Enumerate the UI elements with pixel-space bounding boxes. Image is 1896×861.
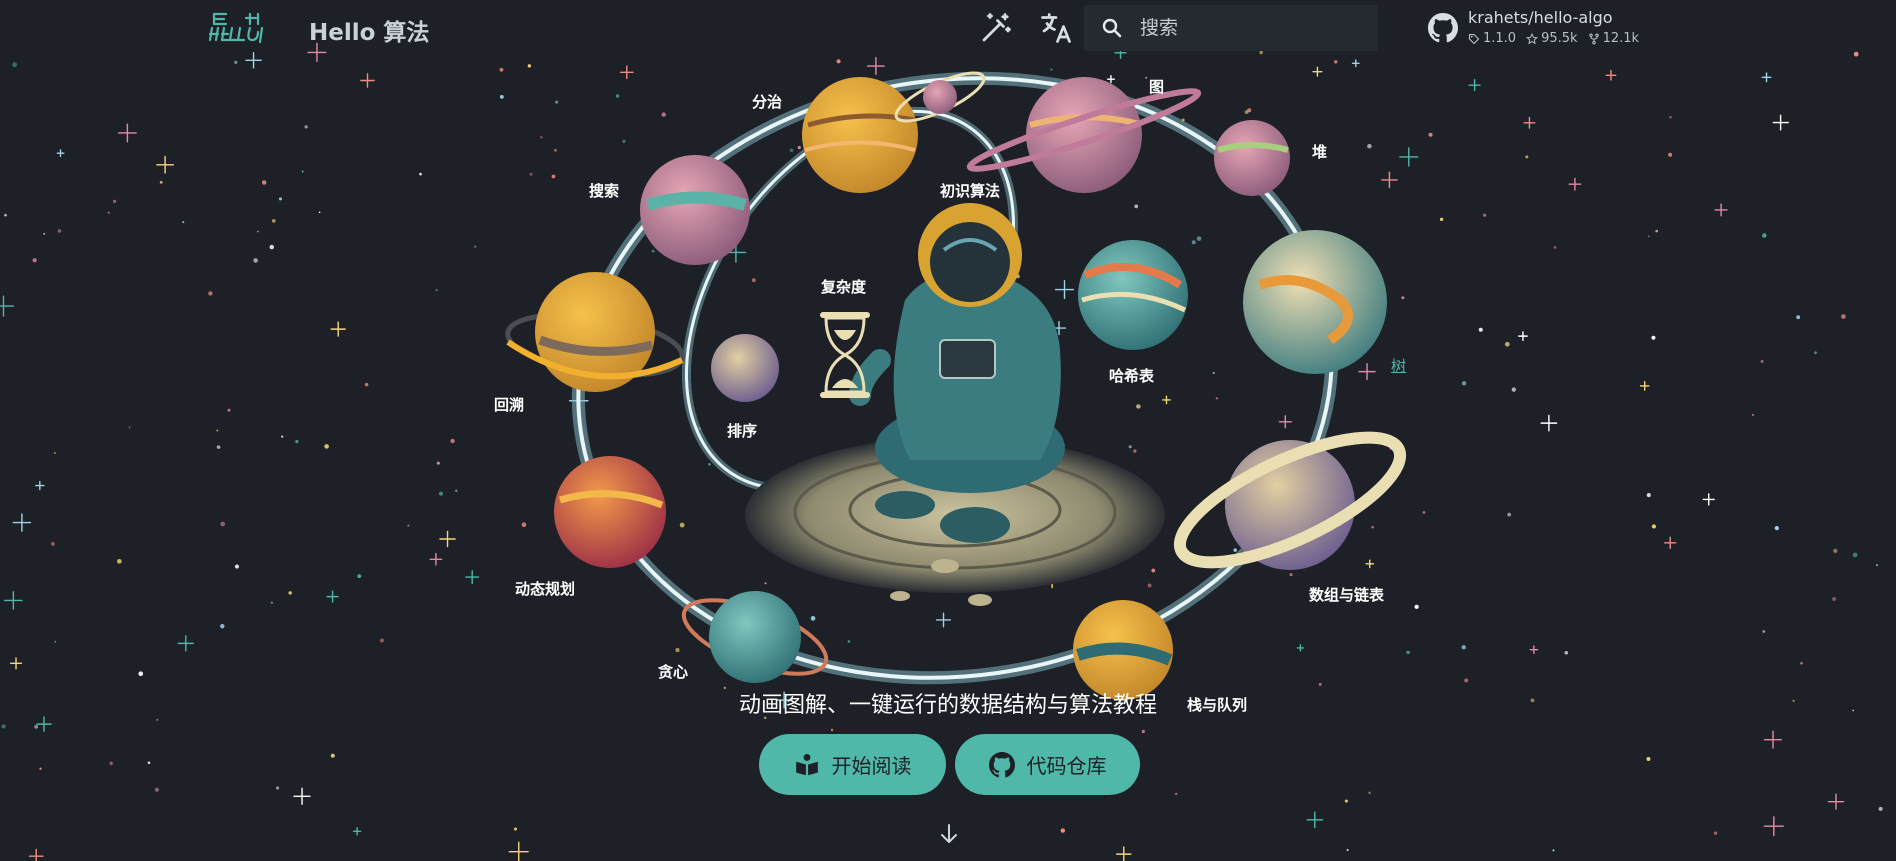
hero-tagline: 动画图解、一键运行的数据结构与算法教程 [738,693,1157,718]
planet-dynamic-programming [554,456,666,568]
planet-sorting [711,334,779,402]
translate-icon [1041,13,1071,43]
book-reader-icon [795,753,818,775]
star-icon [1526,32,1539,44]
planet-hash-table [1078,240,1188,350]
planet-label-sorting[interactable]: 排序 [727,420,757,441]
repo-stars: 95.5k [1526,31,1578,46]
planet-label-dynamic-programming[interactable]: 动态规划 [515,578,575,599]
search-box[interactable] [1084,5,1378,51]
repo-forks: 12.1k [1588,31,1639,46]
tag-icon [1468,33,1480,44]
repo-link[interactable]: krahets/hello-algo 1.1.0 95.5k 12.1k [1428,8,1658,52]
planet-label-tree[interactable]: 树 [1391,355,1406,376]
code-repo-button[interactable]: 代码仓库 [955,734,1140,795]
planet-tree [1243,230,1387,374]
repo-forks-text: 12.1k [1602,31,1640,46]
site-title[interactable]: Hello 算法 [309,13,429,47]
github-icon [988,751,1015,777]
hourglass [820,312,870,398]
hello-algo-logo[interactable] [206,10,270,46]
language-button[interactable] [1038,10,1074,46]
planet-backtracking [505,272,685,392]
planet-label-array-linked-list[interactable]: 数组与链表 [1309,584,1384,605]
planet-stack-queue [1073,600,1173,700]
planet-heap [1214,120,1290,196]
fork-icon [1588,33,1599,44]
search-input[interactable] [1140,13,1360,43]
planet-greedy [681,591,829,683]
planet-label-greedy[interactable]: 贪心 [658,661,688,682]
search-icon [1102,18,1122,38]
planet-label-hash-table[interactable]: 哈希表 [1109,365,1154,386]
magic-wand-icon [982,13,1011,42]
planet-label-complexity[interactable]: 复杂度 [821,276,866,297]
repo-name: krahets/hello-algo [1468,8,1613,27]
planet-search [640,155,750,265]
repo-facts: 1.1.0 95.5k 12.1k [1468,31,1639,46]
hero-illustration [505,71,1407,700]
start-reading-label: 开始阅读 [831,754,912,778]
planet-label-backtracking[interactable]: 回溯 [494,394,524,415]
code-repo-label: 代码仓库 [1026,754,1107,778]
repo-version-text: 1.1.0 [1483,31,1517,46]
planet-label-heap[interactable]: 堆 [1312,141,1327,162]
arrow-down-icon[interactable] [938,822,960,846]
color-palette-button[interactable] [978,10,1014,46]
github-icon [1428,13,1458,43]
repo-stars-text: 95.5k [1541,31,1578,46]
repo-version: 1.1.0 [1468,31,1516,46]
planet-label-divide-conquer[interactable]: 分治 [752,91,782,112]
planet-array-linked-list [1173,431,1407,570]
top-header: Hello 算法 搜索 krahets/hello-algo 1.1.0 95.… [0,0,1896,56]
planet-label-search[interactable]: 搜索 [589,180,619,201]
planet-label-graph[interactable]: 图 [1149,76,1164,97]
planet-label-intro-algorithms[interactable]: 初识算法 [940,180,1000,201]
start-reading-button[interactable]: 开始阅读 [759,734,946,795]
